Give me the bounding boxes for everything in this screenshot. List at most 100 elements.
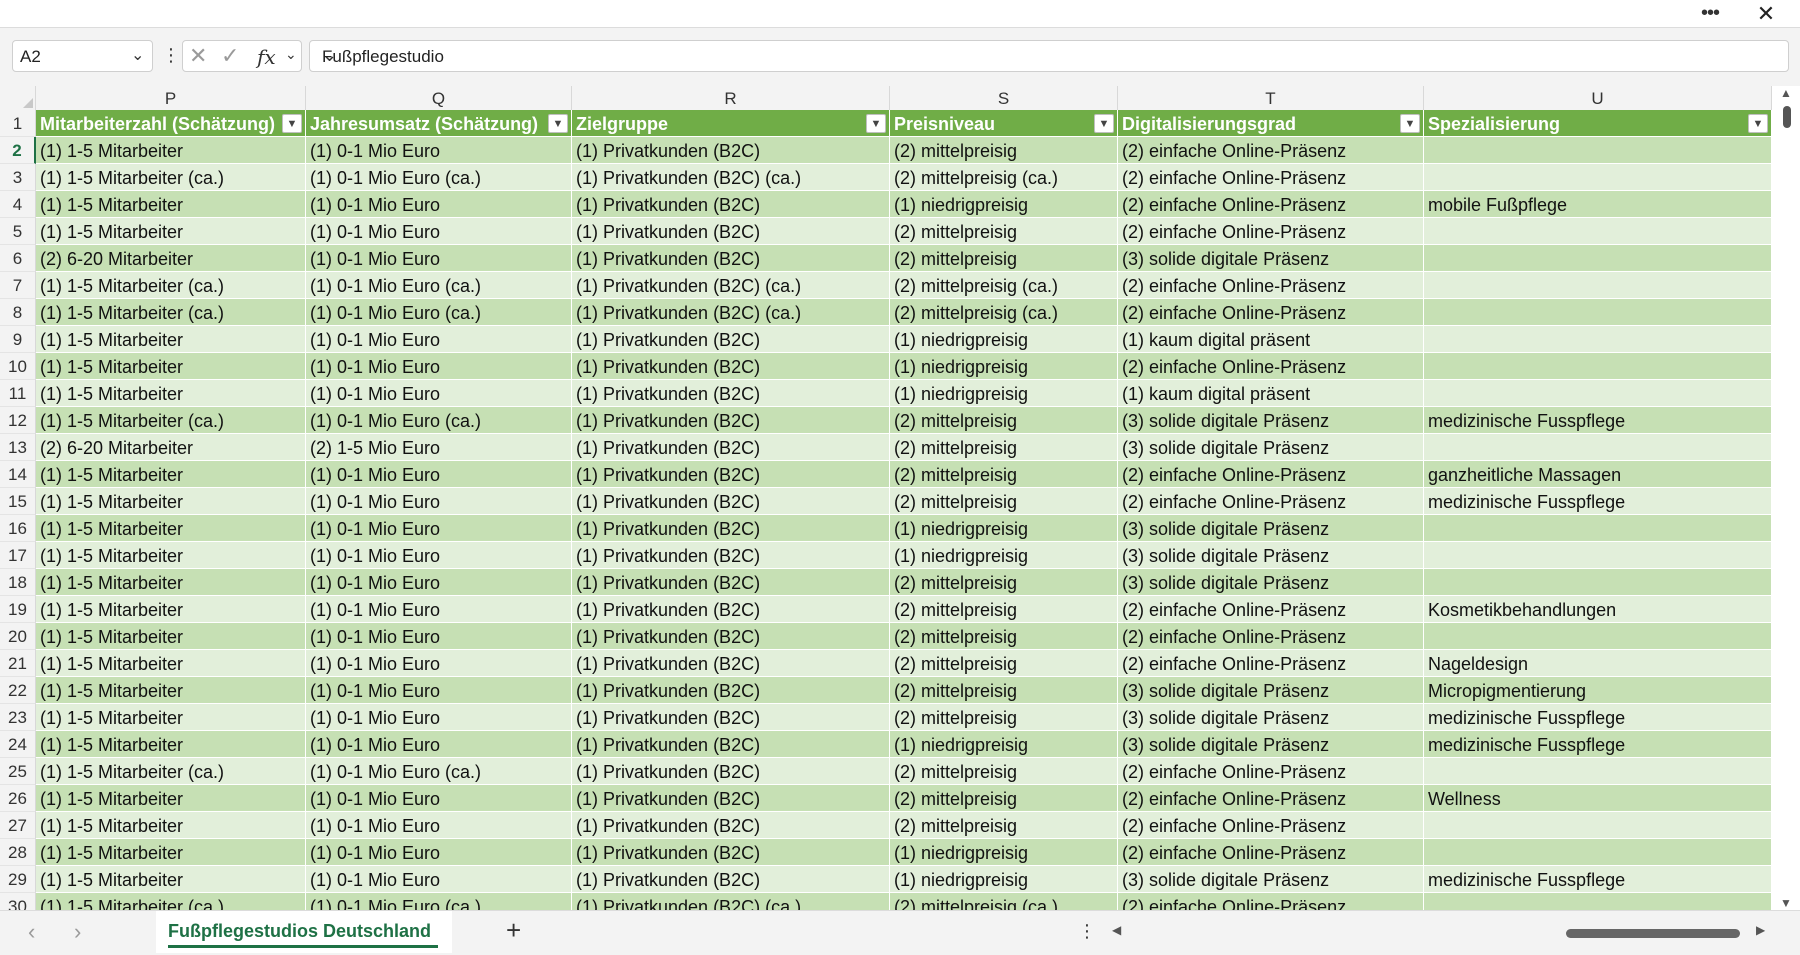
table-cell[interactable]: (1) 1-5 Mitarbeiter [36,353,306,380]
table-cell[interactable]: (1) 0-1 Mio Euro (ca.) [306,299,572,326]
table-cell[interactable]: (3) solide digitale Präsenz [1118,866,1424,893]
table-cell[interactable]: (2) mittelpreisig [890,785,1118,812]
name-box[interactable]: A2 ⌄ [12,40,153,72]
table-cell[interactable]: (1) 1-5 Mitarbeiter (ca.) [36,893,306,910]
header-cell[interactable]: Zielgruppe [572,110,890,137]
column-header-p[interactable]: P [36,86,306,110]
table-cell[interactable]: (2) einfache Online-Präsenz [1118,596,1424,623]
row-number[interactable]: 20 [0,623,36,650]
table-cell[interactable]: (1) 0-1 Mio Euro (ca.) [306,893,572,910]
table-cell[interactable]: (1) kaum digital präsent [1118,380,1424,407]
table-cell[interactable]: (1) 0-1 Mio Euro [306,380,572,407]
more-options-icon[interactable]: ••• [1696,0,1724,28]
row-number[interactable]: 23 [0,704,36,731]
table-cell[interactable] [1424,812,1772,839]
row-number[interactable]: 22 [0,677,36,704]
chevron-down-icon[interactable]: ⌄ [285,46,297,63]
table-cell[interactable] [1424,299,1772,326]
row-number[interactable]: 15 [0,488,36,515]
table-cell[interactable]: (1) 0-1 Mio Euro [306,731,572,758]
table-cell[interactable]: (2) mittelpreisig [890,650,1118,677]
table-cell[interactable]: (3) solide digitale Präsenz [1118,542,1424,569]
table-cell[interactable]: Kosmetikbehandlungen [1424,596,1772,623]
table-cell[interactable]: (2) einfache Online-Präsenz [1118,461,1424,488]
table-cell[interactable]: medizinische Fusspflege [1424,731,1772,758]
table-cell[interactable]: (1) Privatkunden (B2C) [572,461,890,488]
table-cell[interactable]: (1) 0-1 Mio Euro [306,866,572,893]
table-cell[interactable]: (1) Privatkunden (B2C) [572,488,890,515]
chevron-down-icon[interactable]: ⌄ [131,45,144,65]
table-cell[interactable]: (1) Privatkunden (B2C) [572,677,890,704]
table-cell[interactable]: (2) einfache Online-Präsenz [1118,785,1424,812]
table-cell[interactable]: (1) 0-1 Mio Euro [306,137,572,164]
table-cell[interactable]: (2) mittelpreisig [890,758,1118,785]
table-cell[interactable]: (1) Privatkunden (B2C) [572,866,890,893]
table-cell[interactable]: (1) Privatkunden (B2C) [572,758,890,785]
row-number[interactable]: 7 [0,272,36,299]
header-cell[interactable]: Digitalisierungsgrad [1118,110,1424,137]
row-number[interactable]: 1 [0,110,36,137]
row-number[interactable]: 30 [0,893,36,910]
column-header-s[interactable]: S [890,86,1118,110]
table-cell[interactable]: (1) Privatkunden (B2C) [572,839,890,866]
row-number[interactable]: 3 [0,164,36,191]
table-cell[interactable]: (2) mittelpreisig (ca.) [890,893,1118,910]
table-cell[interactable]: (1) 1-5 Mitarbeiter [36,569,306,596]
table-cell[interactable]: medizinische Fusspflege [1424,866,1772,893]
table-cell[interactable]: (2) mittelpreisig [890,704,1118,731]
row-number[interactable]: 4 [0,191,36,218]
row-number[interactable]: 25 [0,758,36,785]
table-cell[interactable]: (1) 1-5 Mitarbeiter [36,137,306,164]
table-cell[interactable]: (1) 0-1 Mio Euro (ca.) [306,407,572,434]
table-cell[interactable]: (3) solide digitale Präsenz [1118,704,1424,731]
row-number[interactable]: 27 [0,812,36,839]
table-cell[interactable]: (1) Privatkunden (B2C) [572,137,890,164]
table-cell[interactable]: (1) 1-5 Mitarbeiter [36,218,306,245]
table-cell[interactable]: (1) Privatkunden (B2C) (ca.) [572,893,890,910]
formula-input[interactable]: Fußpflegestudio ⌄ [309,40,1789,72]
table-cell[interactable]: (3) solide digitale Präsenz [1118,434,1424,461]
vertical-scrollbar[interactable]: ▲ ▼ [1772,86,1800,910]
table-cell[interactable]: (1) 1-5 Mitarbeiter [36,812,306,839]
table-cell[interactable]: (2) einfache Online-Präsenz [1118,812,1424,839]
table-cell[interactable]: (1) 1-5 Mitarbeiter [36,326,306,353]
table-cell[interactable]: (1) Privatkunden (B2C) [572,785,890,812]
row-number[interactable]: 17 [0,542,36,569]
table-cell[interactable]: (1) 0-1 Mio Euro [306,785,572,812]
table-cell[interactable]: (1) 1-5 Mitarbeiter (ca.) [36,758,306,785]
table-cell[interactable]: (1) 0-1 Mio Euro [306,191,572,218]
table-cell[interactable]: (2) 6-20 Mitarbeiter [36,245,306,272]
table-cell[interactable]: (2) mittelpreisig [890,434,1118,461]
table-cell[interactable]: (1) Privatkunden (B2C) (ca.) [572,164,890,191]
table-cell[interactable]: (2) einfache Online-Präsenz [1118,893,1424,910]
table-cell[interactable]: (1) 0-1 Mio Euro [306,596,572,623]
table-cell[interactable]: (1) 1-5 Mitarbeiter [36,191,306,218]
header-cell[interactable]: Jahresumsatz (Schätzung) [306,110,572,137]
header-cell[interactable]: Spezialisierung [1424,110,1772,137]
table-cell[interactable]: (2) 6-20 Mitarbeiter [36,434,306,461]
column-header-u[interactable]: U [1424,86,1772,110]
vertical-dots-icon[interactable]: ⋮ [162,40,180,72]
row-number[interactable]: 19 [0,596,36,623]
table-cell[interactable]: (1) 0-1 Mio Euro [306,461,572,488]
row-number[interactable]: 29 [0,866,36,893]
table-cell[interactable]: (1) niedrigpreisig [890,731,1118,758]
table-cell[interactable]: (1) niedrigpreisig [890,191,1118,218]
row-number[interactable]: 16 [0,515,36,542]
table-cell[interactable]: (1) Privatkunden (B2C) [572,623,890,650]
table-cell[interactable]: (2) mittelpreisig [890,245,1118,272]
row-number[interactable]: 24 [0,731,36,758]
table-cell[interactable]: (1) kaum digital präsent [1118,326,1424,353]
table-cell[interactable]: (1) Privatkunden (B2C) [572,353,890,380]
table-cell[interactable]: (1) 1-5 Mitarbeiter [36,488,306,515]
check-icon[interactable]: ✓ [221,43,239,69]
table-cell[interactable]: (2) mittelpreisig [890,488,1118,515]
table-cell[interactable]: medizinische Fusspflege [1424,488,1772,515]
table-cell[interactable]: (1) 0-1 Mio Euro [306,245,572,272]
row-number[interactable]: 28 [0,839,36,866]
table-cell[interactable]: (1) Privatkunden (B2C) [572,407,890,434]
header-cell[interactable]: Mitarbeiterzahl (Schätzung) [36,110,306,137]
table-cell[interactable]: (3) solide digitale Präsenz [1118,245,1424,272]
table-cell[interactable]: (1) Privatkunden (B2C) [572,542,890,569]
table-cell[interactable]: (1) niedrigpreisig [890,542,1118,569]
